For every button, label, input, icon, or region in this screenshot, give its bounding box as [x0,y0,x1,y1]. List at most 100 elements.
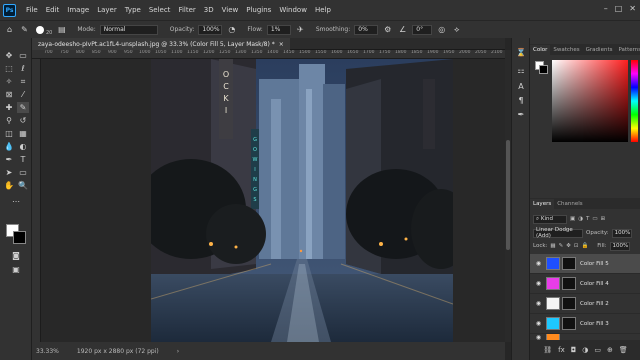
menu-layer[interactable]: Layer [93,6,121,14]
brush-preset-picker[interactable] [34,24,45,35]
eraser-tool-icon[interactable]: ◫ [3,128,15,139]
path-selection-tool-icon[interactable]: ➤ [3,167,15,178]
lock-pixels-icon[interactable]: ✎ [559,243,564,249]
visibility-eye-icon[interactable]: ◉ [533,320,544,327]
tab-channels[interactable]: Channels [554,199,585,209]
opacity-field[interactable]: 100% [198,24,223,35]
filter-adjustment-icon[interactable]: ◑ [578,216,583,222]
zoom-tool-icon[interactable]: 🔍 [17,180,29,191]
history-panel-icon[interactable]: ⌛ [515,46,527,58]
delete-layer-icon[interactable]: 🗑 [619,346,628,354]
zoom-level[interactable]: 33.33% [36,348,59,355]
dodge-tool-icon[interactable]: ◐ [17,141,29,152]
new-layer-icon[interactable]: ⊕ [607,346,613,354]
layer-mask-thumbnail[interactable] [562,277,576,290]
brushes-panel-icon[interactable]: ✒ [515,108,527,120]
smoothing-field[interactable]: 0% [354,24,379,35]
menu-view[interactable]: View [218,6,243,14]
color-panel-background-swatch[interactable] [539,65,548,74]
layer-color-thumbnail[interactable] [546,257,560,270]
layer-kind-filter[interactable]: ⌕ Kind [533,214,567,224]
filter-smart-object-icon[interactable]: ⊞ [601,216,606,222]
document-tab[interactable]: zaya-odeesho-pIvPt.ac1fL4-unsplash.jpg @… [32,38,290,50]
filter-pixel-icon[interactable]: ▣ [570,216,575,222]
tab-patterns[interactable]: Patterns [615,45,640,55]
minimize-button[interactable]: – [604,4,608,13]
document-image[interactable]: O C K I G O W I N G S [151,59,453,342]
layer-style-icon[interactable]: fx [558,346,565,354]
brush-tool-icon[interactable]: ✎ [19,24,30,35]
filter-type-icon[interactable]: T [586,216,589,222]
visibility-eye-icon[interactable]: ◉ [533,280,544,287]
angle-field[interactable]: 0° [412,24,433,35]
pressure-size-icon[interactable]: ◎ [436,24,447,35]
new-adjustment-layer-icon[interactable]: ◑ [582,346,588,354]
layer-row[interactable]: ◉ Color Fill 4 [530,274,640,294]
menu-file[interactable]: File [22,6,42,14]
tab-color[interactable]: Color [530,45,551,55]
brush-settings-icon[interactable]: ▤ [56,24,67,35]
blend-mode-select[interactable]: Linear Dodge (Add) [533,227,583,239]
lasso-tool-icon[interactable]: ℓ [17,63,29,74]
layer-row[interactable]: ◉ Color Fill 2 [530,294,640,314]
layer-color-thumbnail[interactable] [546,277,560,290]
new-group-icon[interactable]: ▭ [594,346,601,354]
menu-filter[interactable]: Filter [174,6,199,14]
visibility-eye-icon[interactable]: ◉ [533,260,544,267]
close-document-icon[interactable]: × [279,41,284,48]
brush-tool-icon[interactable]: ✎ [17,102,29,113]
layer-row[interactable]: ◉ Color Fill 3 [530,314,640,334]
hand-tool-icon[interactable]: ✋ [3,180,15,191]
menu-select[interactable]: Select [145,6,175,14]
menu-image[interactable]: Image [63,6,93,14]
properties-panel-icon[interactable]: ⚏ [515,64,527,76]
lock-transparency-icon[interactable]: ▦ [550,243,555,249]
pen-tool-icon[interactable]: ✒ [3,154,15,165]
add-mask-icon[interactable]: ◘ [571,346,577,354]
menu-type[interactable]: Type [121,6,145,14]
tab-swatches[interactable]: Swatches [550,45,582,55]
layer-color-thumbnail[interactable] [546,297,560,310]
layer-mask-thumbnail[interactable] [562,297,576,310]
layer-fill-field[interactable]: 100% [609,241,630,251]
screen-mode-icon[interactable]: ▣ [10,264,22,275]
menu-edit[interactable]: Edit [42,6,64,14]
symmetry-icon[interactable]: ⟡ [451,24,462,35]
hue-slider[interactable] [631,60,638,142]
gradient-tool-icon[interactable]: ▦ [17,128,29,139]
maximize-button[interactable]: □ [615,4,623,13]
pressure-opacity-icon[interactable]: ◔ [226,24,237,35]
visibility-eye-icon[interactable]: ◉ [533,300,544,307]
mode-select[interactable]: Normal [99,24,158,35]
layer-mask-thumbnail[interactable] [562,317,576,330]
layer-opacity-field[interactable]: 100% [611,228,632,238]
artboard-tool-icon[interactable]: ▭ [17,50,29,61]
more-tools-icon[interactable]: ⋯ [10,196,22,207]
airbrush-icon[interactable]: ✈ [295,24,306,35]
type-tool-icon[interactable]: T [17,154,29,165]
canvas-area[interactable]: O C K I G O W I N G S [41,59,505,342]
quick-mask-icon[interactable]: ◙ [10,250,22,261]
paragraph-panel-icon[interactable]: ¶ [515,94,527,106]
tab-layers[interactable]: Layers [530,199,555,209]
home-icon[interactable]: ⌂ [4,24,15,35]
background-color-swatch[interactable] [13,231,26,244]
tab-gradients[interactable]: Gradients [583,45,616,55]
menu-window[interactable]: Window [275,6,311,14]
layer-color-thumbnail[interactable] [546,317,560,330]
menu-help[interactable]: Help [311,6,335,14]
vertical-scrollbar-thumb[interactable] [506,140,510,250]
lock-position-icon[interactable]: ✥ [566,243,571,249]
history-brush-tool-icon[interactable]: ↺ [17,115,29,126]
eyedropper-tool-icon[interactable]: ⁄ [17,89,29,100]
smoothing-options-gear-icon[interactable]: ⚙ [382,24,393,35]
lock-all-icon[interactable]: 🔒 [581,243,588,249]
move-tool-icon[interactable]: ✥ [3,50,15,61]
lock-artboard-icon[interactable]: ⊡ [574,243,579,249]
clone-stamp-tool-icon[interactable]: ⚲ [3,115,15,126]
crop-tool-icon[interactable]: ⌗ [17,76,29,87]
blur-tool-icon[interactable]: 💧 [3,141,15,152]
menu-3d[interactable]: 3D [200,6,218,14]
filter-shape-icon[interactable]: ▭ [592,216,597,222]
layer-mask-thumbnail[interactable] [562,257,576,270]
